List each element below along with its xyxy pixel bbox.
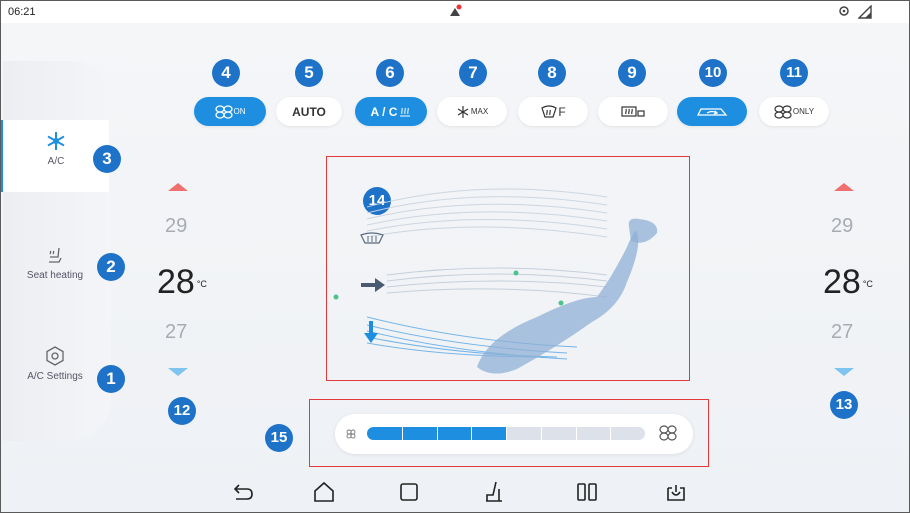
navigation-bar — [1, 471, 909, 512]
left-temp-current: 28 °C — [157, 263, 207, 302]
auto-button[interactable]: AUTO — [276, 97, 342, 126]
snowflake-icon — [457, 105, 469, 118]
fan-high-icon[interactable] — [659, 425, 677, 441]
hvac-screen: 06:21 A/C Seat heating A/C Settings 1 2 … — [0, 0, 910, 513]
fan-low-icon[interactable] — [346, 429, 356, 439]
back-icon[interactable] — [229, 479, 255, 505]
airflow-illustration — [333, 188, 658, 374]
fan-speed-segment-divider — [610, 427, 611, 440]
recent-apps-icon[interactable] — [396, 479, 422, 505]
recirculation-button[interactable] — [677, 97, 747, 126]
right-temp-value: 28 — [823, 263, 861, 301]
temp-unit: °C — [196, 279, 207, 290]
left-temp-down-icon[interactable] — [167, 367, 189, 377]
signal-icon — [858, 5, 872, 19]
fan-speed-track[interactable] — [367, 427, 645, 440]
right-temp-above: 29 — [831, 215, 854, 237]
power-icon[interactable] — [663, 479, 689, 505]
callout-badge: 6 — [376, 59, 404, 87]
fan-icon — [774, 104, 792, 119]
fan-speed-segment-divider — [437, 427, 438, 440]
airflow-dot — [333, 294, 339, 300]
fan-on-button[interactable]: ON — [194, 97, 266, 126]
sidebar-item-label: Seat heating — [26, 270, 84, 281]
left-temp-above: 29 — [165, 215, 188, 237]
sidebar-item-label: A/C Settings — [27, 371, 83, 382]
seat-icon[interactable] — [481, 479, 507, 505]
callout-badge: 12 — [168, 397, 196, 425]
right-temp-down-icon[interactable] — [833, 367, 855, 377]
clock: 06:21 — [8, 6, 36, 18]
callout-badge: 13 — [830, 391, 858, 419]
callout-badge: 5 — [295, 59, 323, 87]
front-defrost-label: F — [558, 104, 566, 119]
sidebar-item-ac-settings[interactable]: A/C Settings — [1, 335, 109, 407]
callout-badge: 15 — [265, 424, 293, 452]
callout-badge: 2 — [97, 253, 125, 281]
rear-defrost-button[interactable] — [598, 97, 668, 126]
snowflake-icon — [47, 132, 65, 150]
face-vent-arrow-icon — [361, 278, 385, 292]
fan-speed-segment-divider — [402, 427, 403, 440]
callout-badge: 1 — [97, 365, 125, 393]
right-temp-up-icon[interactable] — [833, 182, 855, 192]
split-screen-icon[interactable] — [574, 479, 600, 505]
callout-badge: 8 — [538, 59, 566, 87]
rear-defrost-icon — [621, 105, 645, 117]
headrest-illustration — [628, 218, 658, 243]
ac-max-button[interactable]: MAX — [437, 97, 507, 126]
fan-speed-segment-divider — [471, 427, 472, 440]
left-temp-value: 28 — [157, 263, 195, 301]
home-icon[interactable] — [311, 479, 337, 505]
front-defrost-icon — [360, 232, 384, 244]
callout-badge: 10 — [699, 59, 727, 87]
callout-badge: 9 — [618, 59, 646, 87]
front-defrost-icon — [541, 104, 558, 118]
left-temp-below: 27 — [165, 321, 188, 343]
windshield-airflow-lines — [366, 188, 608, 238]
location-icon — [839, 6, 849, 16]
foot-vent-arrow-icon — [364, 321, 378, 343]
settings-hexagon-icon — [46, 346, 64, 366]
fan-only-label: ONLY — [792, 107, 815, 116]
status-bar: 06:21 — [1, 1, 909, 23]
callout-badge: 11 — [780, 59, 808, 87]
fan-speed-segment-divider — [506, 427, 507, 440]
ac-button[interactable]: A / C — [355, 97, 427, 126]
fan-speed-segment-divider — [541, 427, 542, 440]
callout-badge: 7 — [459, 59, 487, 87]
fan-on-label: ON — [233, 107, 246, 116]
heat-waves-icon — [400, 107, 411, 116]
callout-badge: 3 — [93, 145, 121, 173]
notification-icon — [450, 4, 462, 16]
seat-heat-icon — [49, 247, 62, 263]
fan-only-button[interactable]: ONLY — [759, 97, 829, 126]
airflow-dot — [513, 270, 519, 276]
max-label: MAX — [470, 107, 489, 116]
fan-speed-segment-divider — [576, 427, 577, 440]
airflow-dot — [558, 300, 564, 306]
front-defrost-button[interactable]: F — [518, 97, 588, 126]
face-airflow-lines — [386, 267, 608, 298]
right-temp-below: 27 — [831, 321, 854, 343]
sidebar-item-seat-heating[interactable]: Seat heating — [1, 234, 109, 306]
ac-label: A / C — [370, 104, 398, 119]
right-temp-current: 28 °C — [823, 263, 873, 302]
callout-badge: 4 — [212, 59, 240, 87]
fan-icon — [214, 104, 233, 119]
temp-unit: °C — [862, 279, 873, 290]
left-temp-up-icon[interactable] — [167, 182, 189, 192]
car-recirculation-icon — [696, 107, 728, 116]
